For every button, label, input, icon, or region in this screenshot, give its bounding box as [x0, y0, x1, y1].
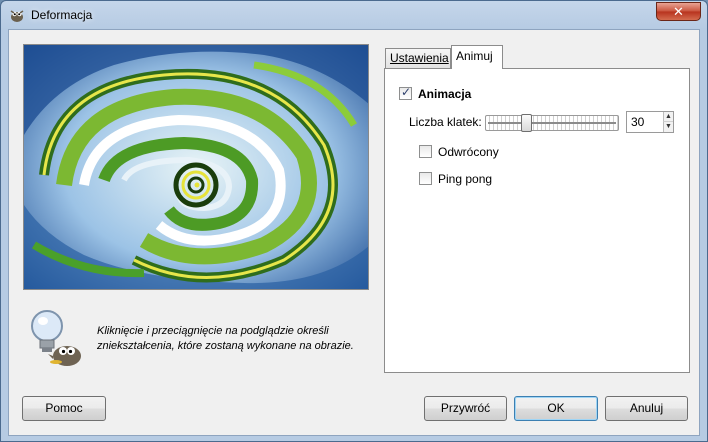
preview-hint-text: Kliknięcie i przeciągnięcie na podglądzi… [97, 324, 377, 354]
animation-label: Animacja [418, 87, 472, 101]
help-button-label: Pomoc [45, 401, 83, 415]
pingpong-label: Ping pong [438, 172, 493, 186]
tab-animate-label: Animuj [456, 49, 493, 63]
lightbulb-wilber-icon [31, 310, 81, 366]
warped-preview-image [24, 45, 368, 289]
gimp-app-icon [10, 10, 24, 22]
frames-label: Liczba klatek: [409, 115, 482, 129]
dialog-client-area: Kliknięcie i przeciągnięcie na podglądzi… [8, 29, 700, 436]
animation-checkbox[interactable]: ✓ [399, 85, 412, 100]
cancel-button[interactable]: Anuluj [605, 396, 688, 421]
frames-slider[interactable] [485, 115, 619, 131]
tab-settings-label: Ustawienia [390, 51, 449, 65]
spin-up-icon[interactable]: ▲ [663, 112, 673, 122]
close-button[interactable]: ✕ [656, 2, 701, 21]
help-button[interactable]: Pomoc [22, 396, 106, 421]
frames-slider-thumb[interactable] [521, 114, 532, 132]
preview-canvas[interactable] [23, 44, 369, 290]
tab-settings[interactable]: Ustawienia [385, 48, 451, 68]
check-icon: ✓ [401, 85, 412, 99]
hint-line-1: Kliknięcie i przeciągnięcie na podglądzi… [97, 325, 329, 337]
hint-line-2: zniekształcenia, które zostaną wykonane … [97, 340, 354, 352]
frames-value[interactable]: 30 [631, 115, 644, 129]
window-title: Deformacja [31, 8, 93, 22]
ok-button-label: OK [547, 401, 565, 415]
reset-button[interactable]: Przywróć [424, 396, 507, 421]
close-icon: ✕ [673, 4, 684, 19]
animate-tab-panel: ✓ Animacja Liczba klatek: 30 ▲ ▼ Odwróco… [384, 68, 690, 373]
pingpong-checkbox[interactable] [419, 172, 432, 185]
ok-button[interactable]: OK [514, 396, 598, 421]
title-bar[interactable]: Deformacja ✕ [1, 1, 707, 29]
cancel-button-label: Anuluj [629, 401, 664, 415]
spin-down-icon[interactable]: ▼ [663, 122, 673, 132]
reversed-checkbox[interactable] [419, 145, 432, 158]
tab-animate[interactable]: Animuj [451, 45, 503, 69]
reversed-label: Odwrócony [438, 145, 499, 159]
frames-spinbutton[interactable]: 30 ▲ ▼ [626, 111, 674, 133]
dialog-window: Deformacja ✕ Kliknięcie i przeciągnięcie… [0, 0, 708, 442]
reset-button-label: Przywróć [440, 401, 491, 415]
